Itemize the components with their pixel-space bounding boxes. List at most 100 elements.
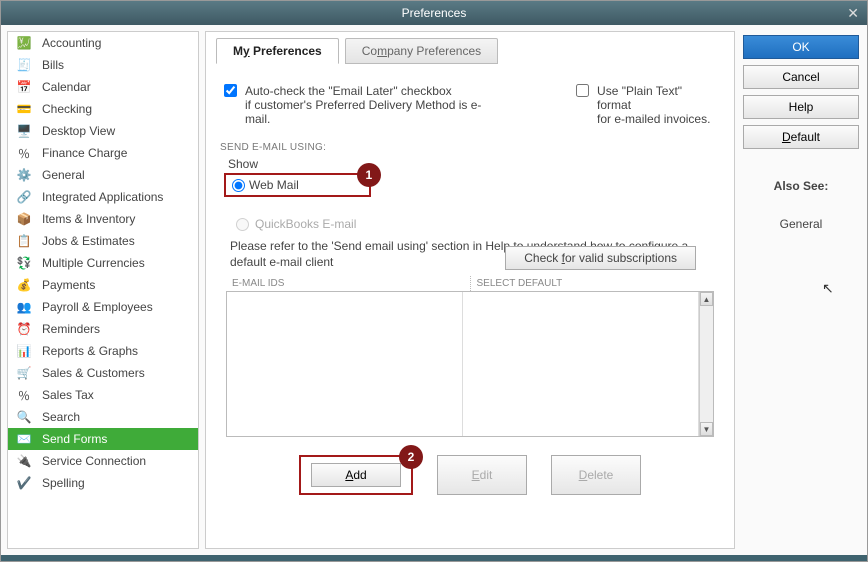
sidebar-item-label: General bbox=[42, 168, 85, 182]
sidebar-item-label: Reports & Graphs bbox=[42, 344, 138, 358]
search-icon: 🔍 bbox=[14, 409, 34, 425]
sidebar-item-label: Bills bbox=[42, 58, 64, 72]
show-label: Show bbox=[228, 157, 712, 171]
sidebar-item-label: Search bbox=[42, 410, 80, 424]
tab-company-preferences[interactable]: Company Preferences bbox=[345, 38, 498, 64]
close-icon[interactable]: ✕ bbox=[847, 5, 859, 22]
table-scrollbar[interactable]: ▲ ▼ bbox=[699, 292, 713, 436]
sidebar-item-service-connection[interactable]: 🔌 Service Connection bbox=[8, 450, 198, 472]
col-email-ids: E-MAIL IDS bbox=[226, 276, 470, 291]
check-subscriptions-button[interactable]: Check for valid subscriptions bbox=[505, 246, 696, 270]
scroll-down-icon[interactable]: ▼ bbox=[700, 422, 713, 436]
currencies-icon: 💱 bbox=[14, 255, 34, 271]
sidebar-item-calendar[interactable]: 📅 Calendar bbox=[8, 76, 198, 98]
sidebar-item-label: Integrated Applications bbox=[42, 190, 163, 204]
cancel-button[interactable]: Cancel bbox=[743, 65, 859, 89]
quickbooks-email-row: QuickBooks E-mail bbox=[236, 217, 712, 231]
email-ids-table: ▲ ▼ bbox=[226, 291, 714, 437]
sidebar-item-label: Reminders bbox=[42, 322, 100, 336]
bottom-bar bbox=[1, 555, 867, 561]
titlebar: Preferences ✕ bbox=[1, 1, 867, 25]
scroll-up-icon[interactable]: ▲ bbox=[700, 292, 713, 306]
spelling-icon: ✔️ bbox=[14, 475, 34, 491]
email-ids-column[interactable] bbox=[227, 292, 463, 436]
web-mail-radio[interactable] bbox=[232, 179, 245, 192]
sales-icon: 🛒 bbox=[14, 365, 34, 381]
preferences-window: Preferences ✕ 💹 Accounting 🧾 Bills 📅 Calend… bbox=[0, 0, 868, 562]
sidebar-item-spelling[interactable]: ✔️ Spelling bbox=[8, 472, 198, 494]
sidebar-item-reports-graphs[interactable]: 📊 Reports & Graphs bbox=[8, 340, 198, 362]
sidebar-item-label: Sales Tax bbox=[42, 388, 94, 402]
web-mail-label: Web Mail bbox=[249, 178, 299, 192]
auto-check-email-later-checkbox[interactable] bbox=[224, 84, 237, 97]
payments-icon: 💰 bbox=[14, 277, 34, 293]
callout-1: 1 bbox=[357, 163, 381, 187]
add-button-highlight: Add 2 bbox=[299, 455, 413, 495]
quickbooks-email-radio bbox=[236, 218, 249, 231]
sidebar-item-multiple-currencies[interactable]: 💱 Multiple Currencies bbox=[8, 252, 198, 274]
bills-icon: 🧾 bbox=[14, 57, 34, 73]
dialog-buttons: OK Cancel Help Default Also See: General bbox=[741, 31, 861, 549]
edit-button: Edit bbox=[437, 455, 527, 495]
service-icon: 🔌 bbox=[14, 453, 34, 469]
select-default-column[interactable] bbox=[463, 292, 699, 436]
sidebar-item-label: Desktop View bbox=[42, 124, 115, 138]
sidebar-item-sales-customers[interactable]: 🛒Sales & Customers bbox=[8, 362, 198, 384]
email-table-header: E-MAIL IDS SELECT DEFAULT bbox=[226, 276, 714, 291]
tab-my-preferences[interactable]: My Preferences bbox=[216, 38, 339, 64]
reminders-icon: ⏰ bbox=[14, 321, 34, 337]
jobs-icon: 📋 bbox=[14, 233, 34, 249]
sidebar-item-send-forms[interactable]: ✉️ Send Forms bbox=[8, 428, 198, 450]
sidebar-item-integrated-apps[interactable]: 🔗 Integrated Applications bbox=[8, 186, 198, 208]
sidebar-item-search[interactable]: 🔍 Search bbox=[8, 406, 198, 428]
sidebar-item-sales-tax[interactable]: ％Sales Tax bbox=[8, 384, 198, 406]
send-forms-icon: ✉️ bbox=[14, 431, 34, 447]
sidebar-item-label: Payments bbox=[42, 278, 95, 292]
calendar-icon: 📅 bbox=[14, 79, 34, 95]
sidebar-item-finance-charge[interactable]: ％ Finance Charge bbox=[8, 142, 198, 164]
sidebar-item-general[interactable]: ⚙️General bbox=[8, 164, 198, 186]
send-email-using-heading: SEND E-MAIL USING: bbox=[220, 142, 720, 153]
sidebar-item-items-inventory[interactable]: 📦Items & Inventory bbox=[8, 208, 198, 230]
sidebar-item-label: Multiple Currencies bbox=[42, 256, 145, 270]
sidebar-item-bills[interactable]: 🧾 Bills bbox=[8, 54, 198, 76]
help-button[interactable]: Help bbox=[743, 95, 859, 119]
col-select-default: SELECT DEFAULT bbox=[470, 276, 715, 291]
sidebar-item-label: Accounting bbox=[42, 36, 101, 50]
sidebar-item-payments[interactable]: 💰 Payments bbox=[8, 274, 198, 296]
sidebar-item-jobs-estimates[interactable]: 📋 Jobs & Estimates bbox=[8, 230, 198, 252]
sidebar-item-checking[interactable]: 💳Checking bbox=[8, 98, 198, 120]
category-sidebar: 💹 Accounting 🧾 Bills 📅 Calendar 💳Checking 🖥… bbox=[7, 31, 199, 549]
accounting-icon: 💹 bbox=[14, 35, 34, 51]
sidebar-item-payroll[interactable]: 👥Payroll & Employees bbox=[8, 296, 198, 318]
sidebar-item-label: Service Connection bbox=[42, 454, 146, 468]
plain-text-label: Use "Plain Text" format for e-mailed inv… bbox=[597, 84, 716, 126]
add-button[interactable]: Add bbox=[311, 463, 401, 487]
sidebar-item-label: Checking bbox=[42, 102, 92, 116]
main-panel: My Preferences Company Preferences Auto-… bbox=[205, 31, 735, 549]
sidebar-item-label: Send Forms bbox=[42, 432, 107, 446]
quickbooks-email-label: QuickBooks E-mail bbox=[255, 217, 356, 231]
integration-icon: 🔗 bbox=[14, 189, 34, 205]
sidebar-item-accounting[interactable]: 💹 Accounting bbox=[8, 32, 198, 54]
sidebar-item-desktop-view[interactable]: 🖥️Desktop View bbox=[8, 120, 198, 142]
sidebar-item-label: Jobs & Estimates bbox=[42, 234, 135, 248]
checkbox-row: Auto-check the "Email Later" checkbox if… bbox=[216, 80, 724, 130]
sidebar-item-label: Calendar bbox=[42, 80, 91, 94]
also-see-link[interactable]: General bbox=[743, 217, 859, 231]
tabs: My Preferences Company Preferences bbox=[216, 38, 724, 64]
sidebar-item-reminders[interactable]: ⏰ Reminders bbox=[8, 318, 198, 340]
reports-icon: 📊 bbox=[14, 343, 34, 359]
ok-button[interactable]: OK bbox=[743, 35, 859, 59]
default-button[interactable]: Default bbox=[743, 125, 859, 149]
webmail-highlight: Web Mail 1 bbox=[224, 173, 371, 197]
delete-button: Delete bbox=[551, 455, 641, 495]
use-plain-text-checkbox[interactable] bbox=[576, 84, 589, 97]
window-title: Preferences bbox=[402, 6, 467, 20]
sidebar-item-label: Finance Charge bbox=[42, 146, 127, 160]
callout-2: 2 bbox=[399, 445, 423, 469]
sidebar-item-label: Spelling bbox=[42, 476, 85, 490]
finance-icon: ％ bbox=[14, 145, 34, 161]
window-body: 💹 Accounting 🧾 Bills 📅 Calendar 💳Checking 🖥… bbox=[1, 25, 867, 555]
also-see-heading: Also See: bbox=[743, 179, 859, 193]
